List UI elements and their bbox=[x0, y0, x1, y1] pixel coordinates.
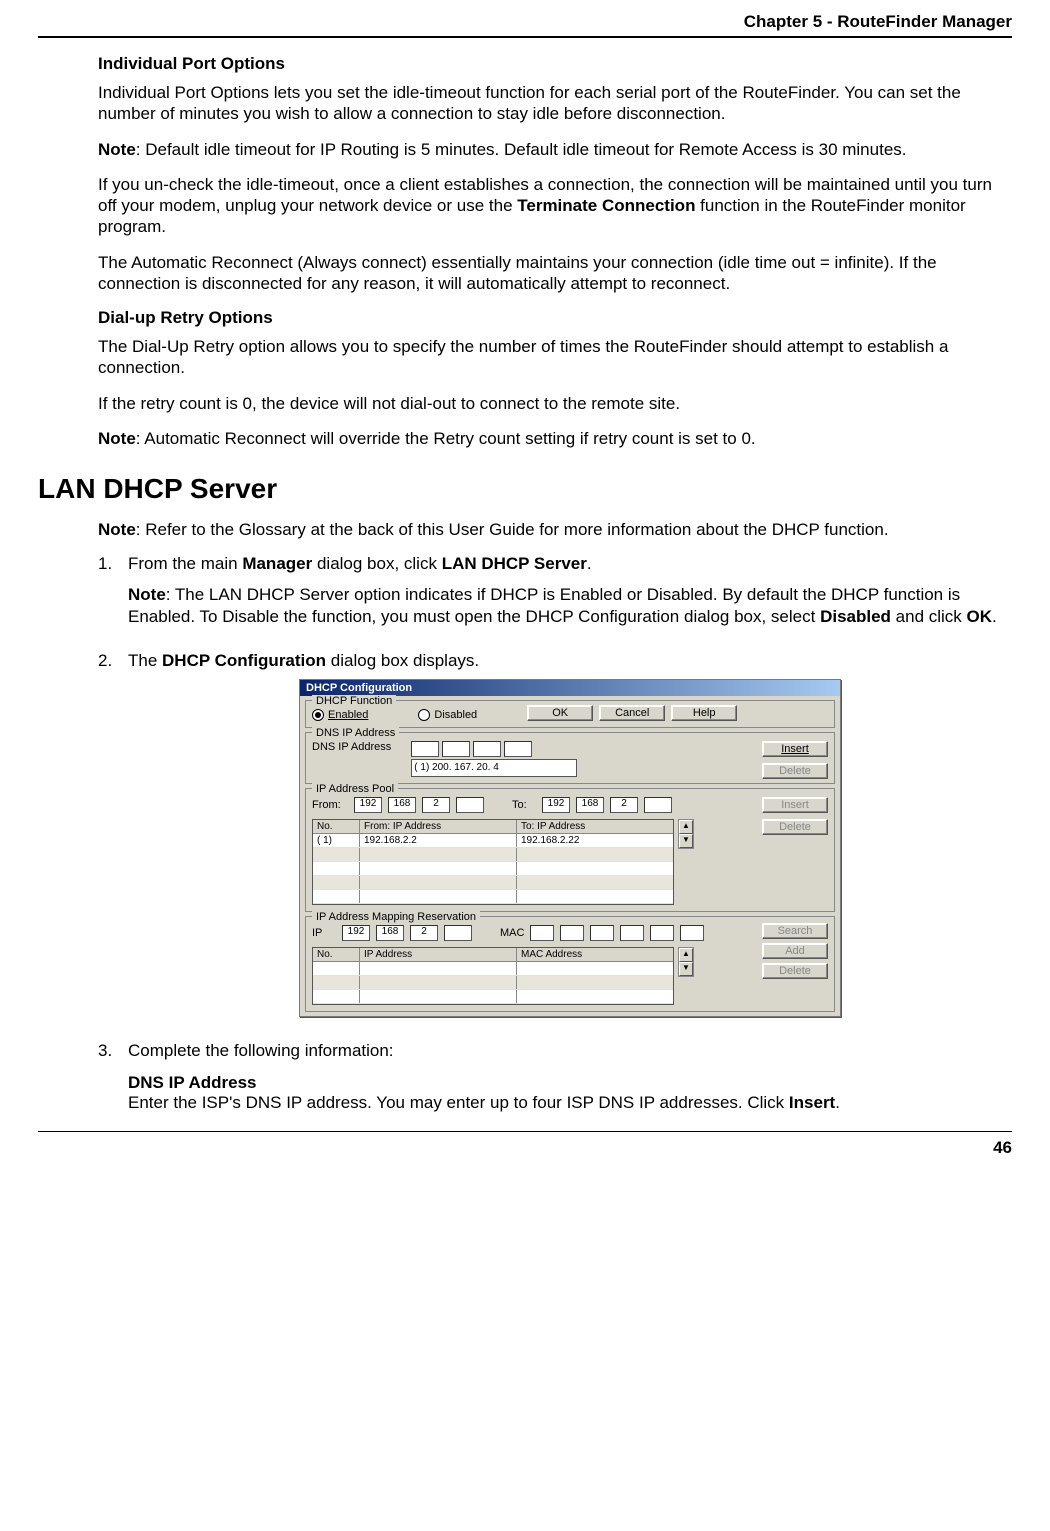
ip-octet-input[interactable] bbox=[644, 797, 672, 813]
header-rule bbox=[38, 36, 1012, 38]
body-text: Note: Automatic Reconnect will override … bbox=[98, 428, 1012, 449]
body-text: Note: Refer to the Glossary at the back … bbox=[98, 519, 1012, 540]
ip-octet-input[interactable]: 2 bbox=[610, 797, 638, 813]
ip-octet-input[interactable]: 2 bbox=[410, 925, 438, 941]
body-text: Note: The LAN DHCP Server option indicat… bbox=[128, 584, 1012, 627]
table-row bbox=[313, 848, 673, 862]
mac-octet-input[interactable] bbox=[560, 925, 584, 941]
dhcp-function-group: DHCP Function Enabled Disabled OK Cancel… bbox=[305, 700, 835, 728]
dns-ip-label: DNS IP Address bbox=[312, 741, 391, 753]
delete-button[interactable]: Delete bbox=[762, 819, 828, 835]
radio-dot-icon bbox=[312, 709, 324, 721]
dialog-title: DHCP Configuration bbox=[300, 680, 840, 696]
search-button[interactable]: Search bbox=[762, 923, 828, 939]
table-row bbox=[313, 876, 673, 890]
dialup-retry-heading: Dial-up Retry Options bbox=[98, 308, 1012, 328]
table-row bbox=[313, 890, 673, 904]
add-button[interactable]: Add bbox=[762, 943, 828, 959]
from-label: From: bbox=[312, 799, 348, 811]
dns-ip-address-heading: DNS IP Address bbox=[128, 1073, 1012, 1093]
list-number: 1. bbox=[98, 554, 128, 641]
ip-octet-input[interactable] bbox=[504, 741, 532, 757]
insert-button[interactable]: Insert bbox=[762, 741, 828, 757]
ip-mapping-group: IP Address Mapping Reservation Search Ad… bbox=[305, 916, 835, 1012]
ip-octet-input[interactable]: 192 bbox=[342, 925, 370, 941]
help-button[interactable]: Help bbox=[671, 705, 737, 721]
body-text: The Dial-Up Retry option allows you to s… bbox=[98, 336, 1012, 379]
delete-button[interactable]: Delete bbox=[762, 963, 828, 979]
ok-button[interactable]: OK bbox=[527, 705, 593, 721]
group-label: IP Address Mapping Reservation bbox=[312, 911, 480, 923]
ip-octet-input[interactable]: 192 bbox=[354, 797, 382, 813]
insert-button[interactable]: Insert bbox=[762, 797, 828, 813]
ip-octet-input[interactable] bbox=[442, 741, 470, 757]
table-row bbox=[313, 862, 673, 876]
mac-octet-input[interactable] bbox=[680, 925, 704, 941]
ip-mapping-table: No. IP Address MAC Address bbox=[312, 947, 674, 1005]
ip-pool-group: IP Address Pool Insert Delete From: 192 … bbox=[305, 788, 835, 912]
group-label: DNS IP Address bbox=[312, 727, 399, 739]
ip-label: IP bbox=[312, 927, 336, 939]
scroll-down-icon[interactable]: ▼ bbox=[679, 834, 693, 848]
table-header: No. IP Address MAC Address bbox=[313, 948, 673, 962]
list-number: 2. bbox=[98, 651, 128, 1031]
ip-octet-input[interactable]: 192 bbox=[542, 797, 570, 813]
table-row bbox=[313, 962, 673, 976]
dhcp-configuration-dialog: DHCP Configuration DHCP Function Enabled… bbox=[299, 679, 841, 1017]
mac-octet-input[interactable] bbox=[620, 925, 644, 941]
list-item: 3. Complete the following information: D… bbox=[98, 1041, 1012, 1113]
radio-dot-icon bbox=[418, 709, 430, 721]
page-number: 46 bbox=[38, 1138, 1012, 1158]
ip-pool-table: No. From: IP Address To: IP Address ( 1)… bbox=[312, 819, 674, 905]
body-text: Individual Port Options lets you set the… bbox=[98, 82, 1012, 125]
list-item: 1. From the main Manager dialog box, cli… bbox=[98, 554, 1012, 641]
body-text: Enter the ISP's DNS IP address. You may … bbox=[128, 1093, 1012, 1113]
ip-octet-input[interactable] bbox=[473, 741, 501, 757]
ip-octet-input[interactable]: 2 bbox=[422, 797, 450, 813]
dns-list[interactable]: ( 1) 200. 167. 20. 4 bbox=[411, 759, 577, 777]
chapter-header: Chapter 5 - RouteFinder Manager bbox=[38, 12, 1012, 32]
scroll-up-icon[interactable]: ▲ bbox=[679, 948, 693, 962]
group-label: IP Address Pool bbox=[312, 783, 398, 795]
lan-dhcp-server-heading: LAN DHCP Server bbox=[38, 473, 1012, 505]
table-row bbox=[313, 990, 673, 1004]
cancel-button[interactable]: Cancel bbox=[599, 705, 665, 721]
scroll-up-icon[interactable]: ▲ bbox=[679, 820, 693, 834]
footer-rule bbox=[38, 1131, 1012, 1132]
list-item: 2. The DHCP Configuration dialog box dis… bbox=[98, 651, 1012, 1031]
table-row bbox=[313, 976, 673, 990]
dns-ip-group: DNS IP Address Insert Delete DNS IP Addr… bbox=[305, 732, 835, 784]
ip-octet-input[interactable] bbox=[456, 797, 484, 813]
mac-octet-input[interactable] bbox=[650, 925, 674, 941]
body-text: The Automatic Reconnect (Always connect)… bbox=[98, 252, 1012, 295]
mac-octet-input[interactable] bbox=[530, 925, 554, 941]
ip-octet-input[interactable]: 168 bbox=[388, 797, 416, 813]
body-text: Note: Default idle timeout for IP Routin… bbox=[98, 139, 1012, 160]
individual-port-options-heading: Individual Port Options bbox=[98, 54, 1012, 74]
ip-octet-input[interactable] bbox=[444, 925, 472, 941]
body-text: If you un-check the idle-timeout, once a… bbox=[98, 174, 1012, 238]
ip-octet-input[interactable]: 168 bbox=[376, 925, 404, 941]
ip-octet-input[interactable]: 168 bbox=[576, 797, 604, 813]
scrollbar[interactable]: ▲ ▼ bbox=[678, 947, 694, 977]
scrollbar[interactable]: ▲ ▼ bbox=[678, 819, 694, 849]
mac-octet-input[interactable] bbox=[590, 925, 614, 941]
to-label: To: bbox=[512, 799, 536, 811]
disabled-radio[interactable]: Disabled bbox=[418, 709, 477, 721]
table-row[interactable]: ( 1) 192.168.2.2 192.168.2.22 bbox=[313, 834, 673, 848]
delete-button[interactable]: Delete bbox=[762, 763, 828, 779]
mac-label: MAC bbox=[500, 927, 524, 939]
ip-octet-input[interactable] bbox=[411, 741, 439, 757]
group-label: DHCP Function bbox=[312, 695, 396, 707]
enabled-radio[interactable]: Enabled bbox=[312, 709, 368, 721]
body-text: If the retry count is 0, the device will… bbox=[98, 393, 1012, 414]
table-header: No. From: IP Address To: IP Address bbox=[313, 820, 673, 834]
list-number: 3. bbox=[98, 1041, 128, 1113]
scroll-down-icon[interactable]: ▼ bbox=[679, 962, 693, 976]
